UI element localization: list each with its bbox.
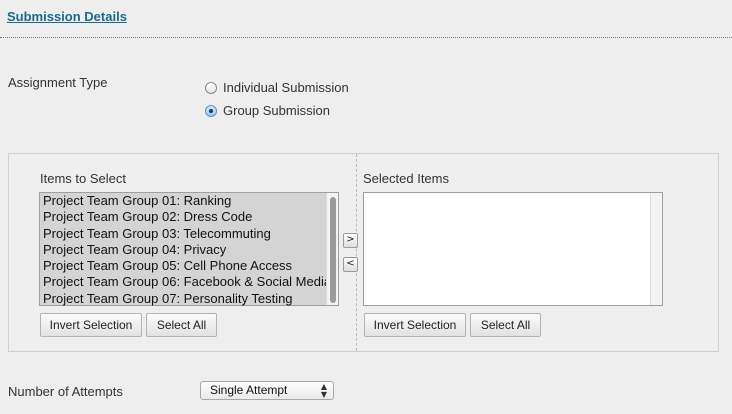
picker-divider xyxy=(356,154,357,351)
source-items-list: Project Team Group 01: Ranking Project T… xyxy=(40,193,338,307)
section-header: Submission Details xyxy=(0,0,732,38)
individual-submission-label: Individual Submission xyxy=(223,80,349,95)
target-invert-selection-button[interactable]: Invert Selection xyxy=(364,313,466,337)
move-left-button[interactable]: < xyxy=(343,257,358,272)
group-submission-option[interactable]: Group Submission xyxy=(205,103,330,118)
list-item[interactable]: Project Team Group 02: Dress Code xyxy=(40,209,338,225)
assignment-type-label: Assignment Type xyxy=(8,75,108,90)
number-of-attempts-value: Single Attempt xyxy=(210,383,288,397)
select-arrows-icon: ▲ ▼ xyxy=(320,382,327,399)
number-of-attempts-select[interactable]: Single Attempt ▲ ▼ xyxy=(200,381,334,400)
group-submission-radio[interactable] xyxy=(205,104,217,117)
group-submission-label: Group Submission xyxy=(223,103,330,118)
source-invert-selection-button[interactable]: Invert Selection xyxy=(40,313,142,337)
list-item[interactable]: Project Team Group 05: Cell Phone Access xyxy=(40,258,338,274)
list-item[interactable]: Project Team Group 01: Ranking xyxy=(40,193,338,209)
individual-submission-radio[interactable] xyxy=(205,81,217,94)
chevron-right-icon: > xyxy=(346,234,355,245)
items-to-select-label: Items to Select xyxy=(40,171,126,186)
source-scrollbar-thumb[interactable] xyxy=(330,197,336,303)
individual-submission-option[interactable]: Individual Submission xyxy=(205,80,349,95)
selected-items-listbox[interactable] xyxy=(363,192,663,306)
selected-items-label: Selected Items xyxy=(363,171,449,186)
list-item[interactable]: Project Team Group 03: Telecommuting xyxy=(40,226,338,242)
source-select-all-button[interactable]: Select All xyxy=(146,313,217,337)
list-item[interactable]: Project Team Group 07: Personality Testi… xyxy=(40,291,338,307)
number-of-attempts-label: Number of Attempts xyxy=(8,384,123,399)
move-right-button[interactable]: > xyxy=(343,233,358,248)
items-to-select-listbox[interactable]: Project Team Group 01: Ranking Project T… xyxy=(39,192,339,306)
target-select-all-button[interactable]: Select All xyxy=(470,313,541,337)
target-scrollbar[interactable] xyxy=(650,193,662,305)
list-item[interactable]: Project Team Group 04: Privacy xyxy=(40,242,338,258)
list-item[interactable]: Project Team Group 06: Facebook & Social… xyxy=(40,274,338,290)
source-scrollbar[interactable] xyxy=(326,193,338,305)
section-title-link[interactable]: Submission Details xyxy=(7,9,127,24)
chevron-left-icon: < xyxy=(346,258,355,269)
